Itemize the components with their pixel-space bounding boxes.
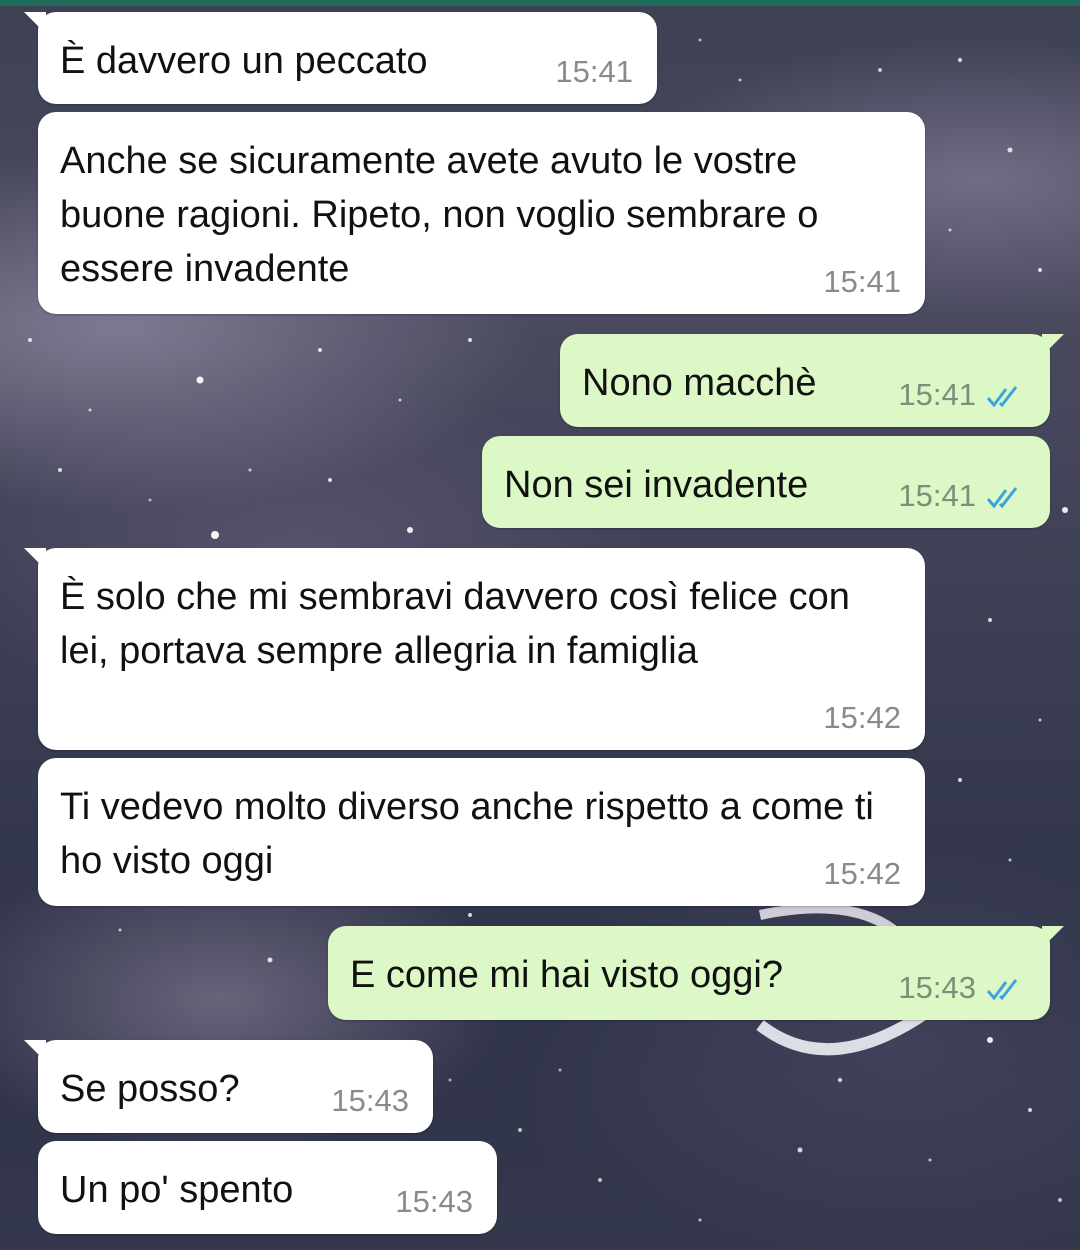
message-time: 15:42 <box>823 700 901 735</box>
message-text: È solo che mi sembravi davvero così feli… <box>60 576 850 672</box>
message-time: 15:41 <box>898 377 976 412</box>
read-receipt-icon <box>986 979 1018 1001</box>
message-text: Ti vedevo molto diverso anche rispetto a… <box>60 786 874 882</box>
message-bubble-incoming[interactable]: Ti vedevo molto diverso anche rispetto a… <box>38 758 925 906</box>
bubble-tail <box>24 1040 46 1062</box>
read-receipt-icon <box>986 487 1018 509</box>
message-time: 15:43 <box>331 1083 409 1118</box>
message-bubble-incoming[interactable]: Anche se sicuramente avete avuto le vost… <box>38 112 925 314</box>
message-bubble-outgoing[interactable]: Non sei invadente 15:41 <box>482 436 1050 528</box>
message-bubble-outgoing[interactable]: Nono macchè 15:41 <box>560 334 1064 427</box>
message-text: È davvero un peccato <box>60 40 428 82</box>
bubble-tail <box>24 548 46 570</box>
message-bubble-incoming[interactable]: È solo che mi sembravi davvero così feli… <box>24 548 925 750</box>
message-bubble-incoming[interactable]: Se posso? 15:43 <box>24 1040 433 1133</box>
message-time: 15:42 <box>823 856 901 891</box>
read-receipt-icon <box>986 386 1018 408</box>
bubble-tail <box>1042 334 1064 356</box>
message-time: 15:43 <box>395 1184 473 1219</box>
message-bubble-outgoing[interactable]: E come mi hai visto oggi? 15:43 <box>328 926 1064 1020</box>
message-time: 15:43 <box>898 970 976 1005</box>
message-text: Anche se sicuramente avete avuto le vost… <box>60 140 819 290</box>
bubble-tail <box>24 12 46 34</box>
message-time: 15:41 <box>555 54 633 89</box>
message-time: 15:41 <box>823 264 901 299</box>
bubble-tail <box>1042 926 1064 948</box>
message-bubble-incoming[interactable]: È davvero un peccato 15:41 <box>24 12 657 104</box>
message-time: 15:41 <box>898 478 976 513</box>
message-bubble-incoming[interactable]: Un po' spento 15:43 <box>38 1141 497 1234</box>
